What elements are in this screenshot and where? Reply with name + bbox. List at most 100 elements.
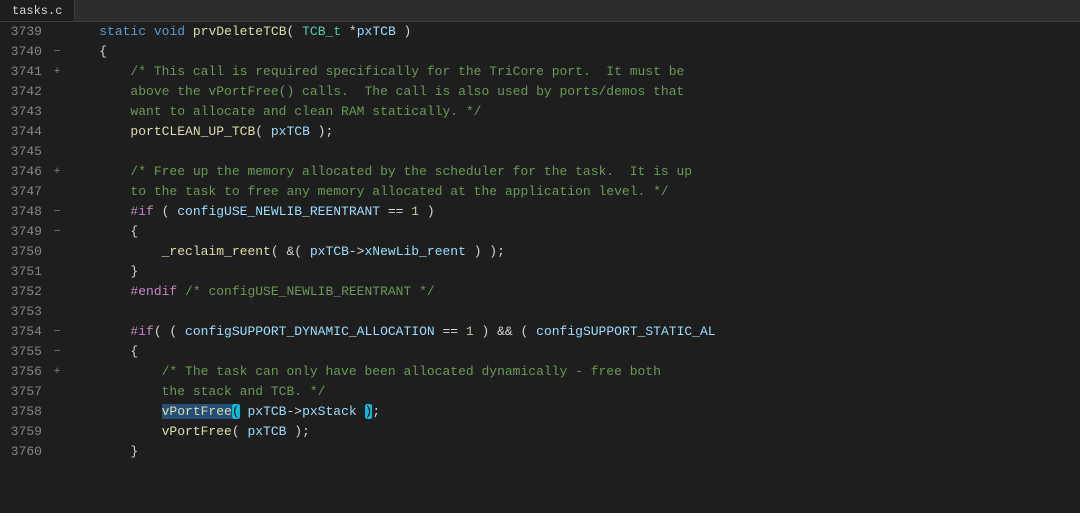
token (68, 424, 162, 439)
token: ) (419, 204, 435, 219)
fold-indicator (50, 22, 64, 42)
line-content: portCLEAN_UP_TCB( pxTCB ); (64, 122, 1080, 142)
token: pxStack (302, 404, 357, 419)
code-line: 3739 static void prvDeleteTCB( TCB_t *px… (0, 22, 1080, 42)
code-line: 3751 } (0, 262, 1080, 282)
fold-indicator (50, 102, 64, 122)
token: vPortFree (162, 424, 232, 439)
line-number: 3741 (0, 62, 50, 82)
fold-indicator[interactable]: − (50, 222, 64, 242)
token (68, 124, 130, 139)
fold-indicator[interactable]: + (50, 362, 64, 382)
token (68, 284, 130, 299)
fold-indicator (50, 302, 64, 322)
fold-indicator (50, 422, 64, 442)
token: #if (130, 324, 153, 339)
line-content: want to allocate and clean RAM staticall… (64, 102, 1080, 122)
token: * (341, 24, 357, 39)
token: configSUPPORT_DYNAMIC_ALLOCATION (185, 324, 435, 339)
token (68, 204, 130, 219)
tab-tasks-c[interactable]: tasks.c (0, 0, 75, 21)
line-number: 3747 (0, 182, 50, 202)
token: ); (310, 124, 333, 139)
line-content: { (64, 222, 1080, 242)
fold-indicator (50, 262, 64, 282)
token (177, 284, 185, 299)
token (68, 404, 162, 419)
line-number: 3757 (0, 382, 50, 402)
code-line: 3741+ /* This call is required specifica… (0, 62, 1080, 82)
code-line: 3756+ /* The task can only have been all… (0, 362, 1080, 382)
code-line: 3754− #if( ( configSUPPORT_DYNAMIC_ALLOC… (0, 322, 1080, 342)
line-content: static void prvDeleteTCB( TCB_t *pxTCB ) (64, 22, 1080, 42)
line-content: _reclaim_reent( &( pxTCB->xNewLib_reent … (64, 242, 1080, 262)
token: /* Free up the memory allocated by the s… (130, 164, 692, 179)
token: == (380, 204, 411, 219)
code-line: 3740− { (0, 42, 1080, 62)
fold-indicator[interactable]: − (50, 342, 64, 362)
fold-indicator[interactable]: − (50, 202, 64, 222)
token: configSUPPORT_STATIC_AL (536, 324, 715, 339)
token: == (435, 324, 466, 339)
code-line: 3745 (0, 142, 1080, 162)
token: { (68, 344, 138, 359)
line-number: 3751 (0, 262, 50, 282)
line-number: 3759 (0, 422, 50, 442)
line-number: 3746 (0, 162, 50, 182)
token: /* The task can only have been allocated… (162, 364, 661, 379)
token: portCLEAN_UP_TCB (130, 124, 255, 139)
token (357, 404, 365, 419)
token: ) ); (466, 244, 505, 259)
line-content (64, 302, 1080, 322)
code-line: 3757 the stack and TCB. */ (0, 382, 1080, 402)
code-line: 3758 vPortFree( pxTCB->pxStack ); (0, 402, 1080, 422)
line-number: 3749 (0, 222, 50, 242)
line-content: #if( ( configSUPPORT_DYNAMIC_ALLOCATION … (64, 322, 1080, 342)
line-number: 3753 (0, 302, 50, 322)
code-line: 3743 want to allocate and clean RAM stat… (0, 102, 1080, 122)
line-content (64, 142, 1080, 162)
line-number: 3758 (0, 402, 50, 422)
line-content: /* The task can only have been allocated… (64, 362, 1080, 382)
token (68, 384, 162, 399)
fold-indicator (50, 182, 64, 202)
line-content: #endif /* configUSE_NEWLIB_REENTRANT */ (64, 282, 1080, 302)
line-number: 3743 (0, 102, 50, 122)
line-number: 3748 (0, 202, 50, 222)
token: pxTCB (357, 24, 396, 39)
code-line: 3744 portCLEAN_UP_TCB( pxTCB ); (0, 122, 1080, 142)
line-content: /* This call is required specifically fo… (64, 62, 1080, 82)
line-content: above the vPortFree() calls. The call is… (64, 82, 1080, 102)
token: /* This call is required specifically fo… (130, 64, 684, 79)
token: -> (286, 404, 302, 419)
token: ) && ( (474, 324, 536, 339)
token: pxTCB (247, 404, 286, 419)
line-content: #if ( configUSE_NEWLIB_REENTRANT == 1 ) (64, 202, 1080, 222)
fold-indicator[interactable]: − (50, 42, 64, 62)
token (68, 324, 130, 339)
line-number: 3750 (0, 242, 50, 262)
token: ( ( (154, 324, 185, 339)
token (68, 84, 130, 99)
token: ) (396, 24, 412, 39)
line-content: { (64, 342, 1080, 362)
token: pxTCB (271, 124, 310, 139)
fold-indicator (50, 402, 64, 422)
line-number: 3745 (0, 142, 50, 162)
line-number: 3754 (0, 322, 50, 342)
code-line: 3748− #if ( configUSE_NEWLIB_REENTRANT =… (0, 202, 1080, 222)
token: TCB_t (302, 24, 341, 39)
fold-indicator[interactable]: − (50, 322, 64, 342)
fold-indicator[interactable]: + (50, 62, 64, 82)
line-number: 3744 (0, 122, 50, 142)
token (68, 364, 162, 379)
token (146, 24, 154, 39)
token: pxTCB (310, 244, 349, 259)
token (68, 24, 99, 39)
token: above the vPortFree() calls. The call is… (130, 84, 684, 99)
code-line: 3753 (0, 302, 1080, 322)
line-number: 3752 (0, 282, 50, 302)
fold-indicator[interactable]: + (50, 162, 64, 182)
token: xNewLib_reent (364, 244, 465, 259)
tab-bar: tasks.c (0, 0, 1080, 22)
